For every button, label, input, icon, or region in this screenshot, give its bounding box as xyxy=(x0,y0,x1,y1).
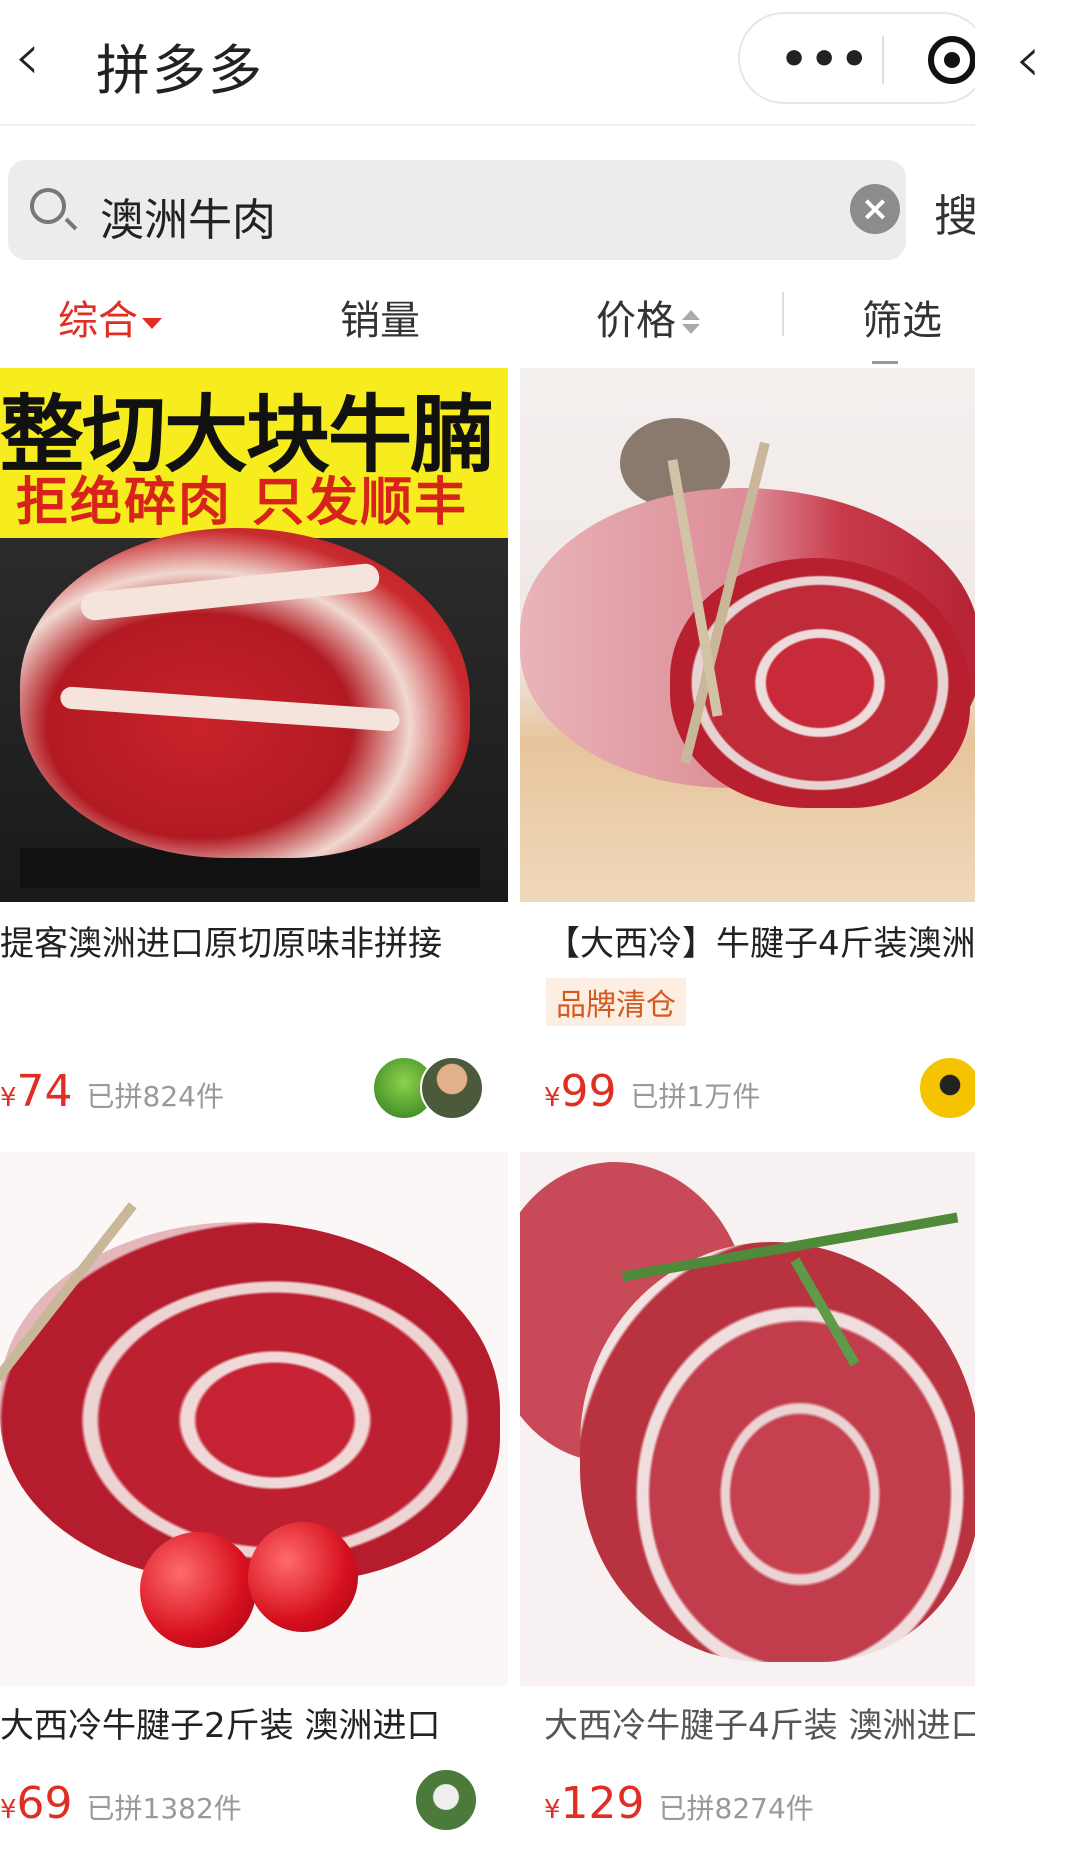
top-bar: ‹ 拼多多 ••• xyxy=(0,0,975,126)
sort-tab-price[interactable]: 价格 xyxy=(596,288,700,346)
sold-count: 已拼1万件 xyxy=(630,1080,761,1113)
sort-tab-sales[interactable]: 销量 xyxy=(340,288,420,346)
product-card[interactable]: 大西冷牛腱子2斤装 澳洲进口 ¥69 已拼1382件 xyxy=(0,1152,508,1850)
product-name[interactable]: 大西冷牛腱子2斤装 澳洲进口 xyxy=(0,1698,440,1747)
product-price: 99 xyxy=(560,1066,617,1117)
sort-tab-comprehensive[interactable]: 综合 xyxy=(58,288,162,346)
sort-bar: 综合 销量 价格 筛选 xyxy=(0,282,975,380)
page-title: 拼多多 xyxy=(96,39,264,102)
search-button[interactable]: 搜 xyxy=(934,180,975,244)
miniprogram-capsule: ••• xyxy=(738,12,975,104)
search-box: 澳洲牛肉 × xyxy=(8,160,906,260)
product-name[interactable]: 提客澳洲进口原切原味非拼接 xyxy=(0,916,442,965)
cherry xyxy=(140,1532,256,1648)
sort-tab-label: 价格 xyxy=(596,298,676,344)
currency-symbol: ¥ xyxy=(0,1083,17,1113)
sort-tab-label: 筛选 xyxy=(862,298,942,344)
product-price: 129 xyxy=(560,1778,645,1829)
outer-back-icon[interactable]: ‹ xyxy=(1015,28,1041,92)
product-image[interactable] xyxy=(520,368,975,902)
meat-shape xyxy=(580,1242,975,1662)
banner-subline: 拒绝碎肉 只发顺丰 xyxy=(16,473,469,533)
price-row: ¥69 已拼1382件 xyxy=(0,1778,242,1829)
product-card[interactable]: 【大西冷】牛腱子4斤装澳洲 品牌清仓 ¥99 已拼1万件 xyxy=(520,368,975,1140)
price-row: ¥129 已拼8274件 xyxy=(544,1778,814,1829)
product-price: 69 xyxy=(16,1778,73,1829)
search-icon xyxy=(30,188,66,224)
currency-symbol: ¥ xyxy=(0,1795,17,1825)
more-button[interactable]: ••• xyxy=(780,34,870,85)
brand-clearance-badge: 品牌清仓 xyxy=(546,978,686,1026)
right-edge-strip xyxy=(975,0,1080,1850)
sort-tab-label: 销量 xyxy=(340,298,420,344)
sold-count: 已拼8274件 xyxy=(658,1792,814,1825)
avatar xyxy=(420,1056,484,1120)
sold-count: 已拼824件 xyxy=(86,1080,224,1113)
product-card[interactable]: 大西冷牛腱子4斤装 澳洲进口 ¥129 已拼8274件 xyxy=(520,1152,975,1850)
product-image[interactable]: 整切大块牛腩 拒绝碎肉 只发顺丰 xyxy=(0,368,508,902)
caret-down-icon xyxy=(142,317,162,329)
avatar xyxy=(918,1056,975,1120)
price-row: ¥74 已拼824件 xyxy=(0,1066,224,1117)
currency-symbol: ¥ xyxy=(544,1795,561,1825)
product-image[interactable] xyxy=(0,1152,508,1686)
product-name[interactable]: 大西冷牛腱子4斤装 澳洲进口 xyxy=(544,1698,975,1747)
target-icon[interactable] xyxy=(928,36,975,84)
product-price: 74 xyxy=(16,1066,73,1117)
page: ‹ 拼多多 ••• 澳洲牛肉 × 搜 综合 销量 价格 筛选 整切大块牛腩 拒绝… xyxy=(0,0,975,1850)
avatar xyxy=(414,1768,478,1832)
sort-divider xyxy=(782,292,784,336)
product-card[interactable]: 整切大块牛腩 拒绝碎肉 只发顺丰 提客澳洲进口原切原味非拼接 ¥74 已拼824件 xyxy=(0,368,508,1140)
sort-tab-label: 综合 xyxy=(58,298,138,344)
cherry xyxy=(248,1522,358,1632)
price-row: ¥99 已拼1万件 xyxy=(544,1066,760,1117)
product-name[interactable]: 【大西冷】牛腱子4斤装澳洲 xyxy=(546,916,975,965)
capsule-divider xyxy=(882,36,884,84)
product-image[interactable] xyxy=(520,1152,975,1686)
currency-symbol: ¥ xyxy=(544,1083,561,1113)
sort-arrows-icon xyxy=(682,308,700,338)
back-icon[interactable]: ‹ xyxy=(14,24,40,90)
sold-count: 已拼1382件 xyxy=(86,1792,242,1825)
clear-icon[interactable]: × xyxy=(850,184,900,234)
search-input[interactable]: 澳洲牛肉 xyxy=(100,184,276,248)
